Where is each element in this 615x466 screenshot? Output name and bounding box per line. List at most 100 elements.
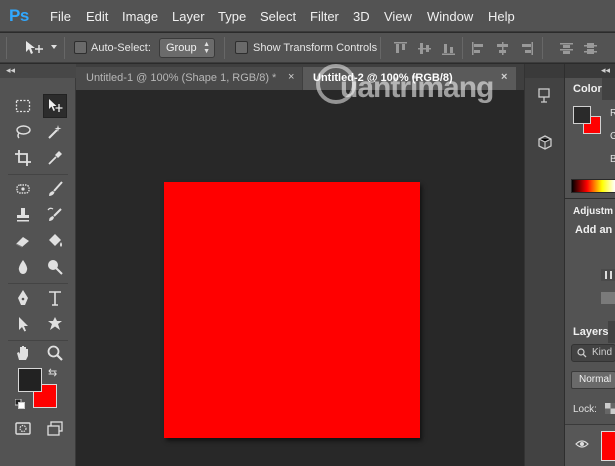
collapse-panels-icon[interactable]: ◂◂ bbox=[601, 65, 610, 76]
paint-bucket-tool[interactable] bbox=[43, 229, 67, 253]
kind-label: Kind bbox=[592, 347, 613, 358]
dock-strip-header bbox=[525, 64, 565, 78]
hand-icon bbox=[17, 346, 28, 360]
canvas-area[interactable] bbox=[76, 90, 524, 466]
slider-label-r: R bbox=[610, 108, 615, 119]
path-selection-icon bbox=[19, 317, 28, 332]
history-brush-tool[interactable] bbox=[43, 203, 67, 227]
blend-mode-select[interactable]: Normal bbox=[571, 371, 615, 389]
dodge-icon bbox=[48, 260, 63, 275]
menu-help[interactable]: Help bbox=[488, 9, 515, 24]
auto-select-checkbox[interactable] bbox=[74, 41, 87, 54]
align-bottom-edges-icon[interactable] bbox=[442, 42, 455, 55]
eyedropper-tool[interactable] bbox=[43, 146, 67, 170]
options-grip bbox=[6, 37, 7, 59]
auto-select-target-select[interactable]: Group ▲ ▼ bbox=[159, 38, 215, 58]
hand-tool[interactable] bbox=[11, 341, 35, 365]
collapse-tools-icon[interactable]: ◂◂ bbox=[6, 65, 15, 76]
screen-mode-icon bbox=[47, 421, 63, 436]
close-tab-icon[interactable]: × bbox=[501, 71, 507, 83]
magic-wand-icon bbox=[48, 125, 62, 139]
menu-file[interactable]: File bbox=[50, 9, 71, 24]
color-spectrum-bar[interactable] bbox=[571, 179, 615, 193]
tools-panel-header: ◂◂ bbox=[0, 64, 76, 78]
align-horizontal-centers-icon[interactable] bbox=[496, 42, 509, 55]
move-tool-preset-icon[interactable] bbox=[24, 40, 46, 56]
show-transform-checkbox[interactable] bbox=[235, 41, 248, 54]
layer-visibility-eye-icon[interactable] bbox=[575, 437, 589, 451]
custom-shape-tool[interactable] bbox=[43, 312, 67, 336]
menu-window[interactable]: Window bbox=[427, 9, 473, 24]
tools-divider bbox=[8, 174, 68, 175]
pen-tool[interactable] bbox=[11, 286, 35, 310]
rectangular-marquee-tool[interactable] bbox=[11, 94, 35, 118]
align-vertical-centers-icon[interactable] bbox=[418, 42, 431, 55]
quick-mask-button[interactable] bbox=[11, 417, 35, 441]
align-top-edges-icon[interactable] bbox=[394, 42, 407, 55]
healing-brush-icon bbox=[16, 184, 30, 194]
menu-filter[interactable]: Filter bbox=[310, 9, 339, 24]
history-brush-icon bbox=[47, 207, 62, 221]
tab-label: Untitled-1 @ 100% (Shape 1, RGB/8) * bbox=[86, 72, 277, 84]
screen-mode-button[interactable] bbox=[43, 417, 67, 441]
zoom-tool[interactable] bbox=[43, 341, 67, 365]
swap-colors-icon[interactable]: ⇆ bbox=[48, 366, 57, 379]
eraser-tool[interactable] bbox=[11, 229, 35, 253]
eyedropper-icon bbox=[48, 151, 62, 165]
tab-color[interactable]: Color bbox=[565, 78, 602, 100]
lock-label: Lock: bbox=[573, 404, 597, 415]
default-colors-icon[interactable] bbox=[15, 399, 25, 409]
distribute-vertical-centers-icon[interactable] bbox=[584, 42, 597, 55]
preset-dropdown-arrow-icon[interactable] bbox=[51, 45, 57, 49]
brush-tool[interactable] bbox=[43, 177, 67, 201]
distribute-top-edges-icon[interactable] bbox=[560, 42, 573, 55]
crop-tool[interactable] bbox=[11, 146, 35, 170]
layer-row[interactable] bbox=[565, 424, 615, 466]
align-left-edges-icon[interactable] bbox=[472, 42, 485, 55]
move-tool[interactable] bbox=[43, 94, 67, 118]
menu-bar: Ps File Edit Image Layer Type Select Fil… bbox=[0, 0, 615, 32]
menu-image[interactable]: Image bbox=[122, 9, 158, 24]
tab-layers[interactable]: Layers bbox=[565, 321, 609, 343]
path-selection-tool[interactable] bbox=[11, 312, 35, 336]
crop-icon bbox=[15, 150, 31, 166]
blur-tool[interactable] bbox=[11, 255, 35, 279]
lasso-tool[interactable] bbox=[11, 120, 35, 144]
move-icon bbox=[49, 99, 63, 112]
custom-shape-icon bbox=[48, 317, 62, 330]
lock-transparent-pixels-icon[interactable] bbox=[605, 403, 615, 414]
color-panel-foreground-swatch[interactable] bbox=[573, 106, 591, 124]
foreground-color-swatch[interactable] bbox=[18, 368, 42, 392]
dock-button-3d[interactable] bbox=[531, 82, 559, 108]
document-tab-untitled-1[interactable]: Untitled-1 @ 100% (Shape 1, RGB/8) * × bbox=[76, 67, 302, 90]
menu-type[interactable]: Type bbox=[218, 9, 246, 24]
menu-3d[interactable]: 3D bbox=[353, 9, 370, 24]
layers-panel-header: Layers bbox=[565, 321, 615, 343]
dodge-tool[interactable] bbox=[43, 255, 67, 279]
menu-edit[interactable]: Edit bbox=[86, 9, 108, 24]
type-tool[interactable] bbox=[43, 286, 67, 310]
menu-view[interactable]: View bbox=[384, 9, 412, 24]
magic-wand-tool[interactable] bbox=[43, 120, 67, 144]
dock-button-properties[interactable] bbox=[531, 130, 559, 156]
watermark-text: uantrimang bbox=[340, 71, 494, 104]
pen-icon bbox=[18, 290, 28, 305]
document-canvas[interactable] bbox=[164, 182, 420, 438]
close-tab-icon[interactable]: × bbox=[288, 71, 294, 83]
marquee-icon bbox=[15, 99, 31, 113]
tools-panel: ◂◂ ⇆ bbox=[0, 64, 76, 466]
layer-thumbnail bbox=[601, 431, 615, 461]
quick-mask-icon bbox=[15, 422, 31, 435]
clone-stamp-tool[interactable] bbox=[11, 203, 35, 227]
spot-healing-brush-tool[interactable] bbox=[11, 177, 35, 201]
tab-adjustments[interactable]: Adjustm bbox=[573, 206, 613, 217]
adjustment-preset-icon[interactable] bbox=[601, 292, 615, 304]
paint-bucket-icon bbox=[49, 234, 62, 247]
select-arrows-icon: ▲ ▼ bbox=[203, 41, 210, 55]
adjustment-preset-icon[interactable] bbox=[601, 269, 615, 281]
slider-label-b: B bbox=[610, 154, 615, 165]
align-right-edges-icon[interactable] bbox=[520, 42, 533, 55]
menu-layer[interactable]: Layer bbox=[172, 9, 205, 24]
menu-select[interactable]: Select bbox=[260, 9, 296, 24]
layer-filter-kind-select[interactable]: Kind bbox=[571, 344, 615, 362]
